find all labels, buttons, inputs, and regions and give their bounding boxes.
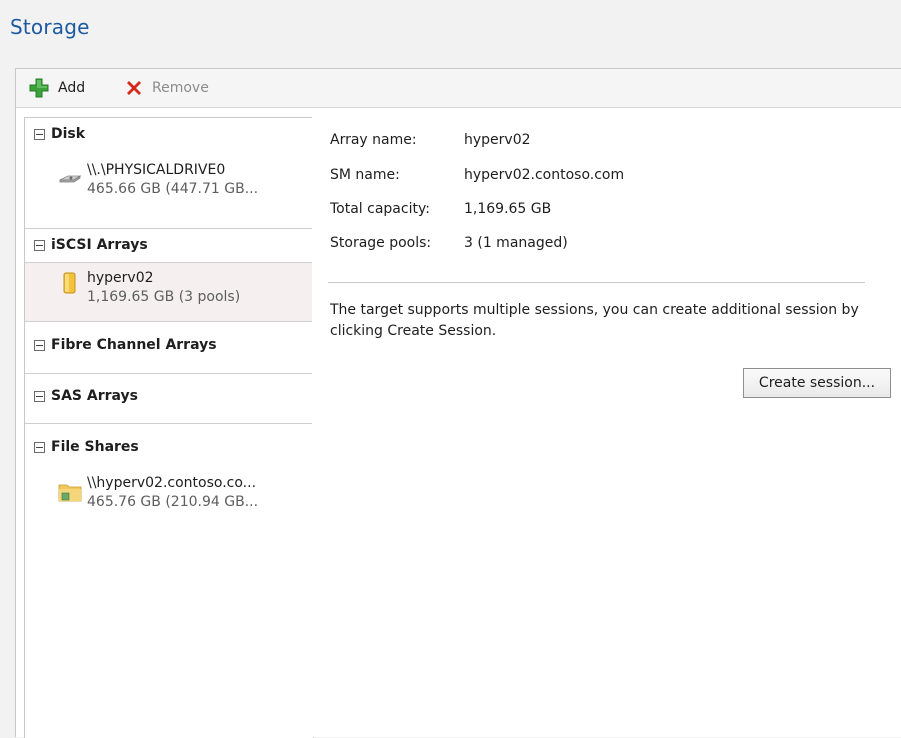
divider [25,423,313,424]
item-detail: 465.76 GB (210.94 GB... [87,494,259,510]
add-button[interactable]: Add [28,75,85,101]
group-label: Fibre Channel Arrays [51,337,217,353]
toolbar: Add Remove [16,69,901,108]
group-label: SAS Arrays [51,388,138,404]
remove-button-label: Remove [152,80,209,96]
array-name-value: hyperv02 [464,132,531,148]
list-item-file-share[interactable]: \\hyperv02.contoso.co... 465.76 GB (210.… [25,468,313,526]
item-name: \\.\PHYSICALDRIVE0 [87,162,226,178]
collapse-icon[interactable] [34,339,45,351]
collapse-icon[interactable] [34,390,45,402]
session-description: The target supports multiple sessions, y… [330,302,859,339]
page-title: Storage [10,15,90,39]
collapse-icon[interactable] [34,239,45,251]
total-capacity-row: Total capacity: 1,169.65 GB [330,201,551,217]
total-capacity-label: Total capacity: [330,201,430,217]
remove-red-x-icon [127,81,141,95]
total-capacity-value: 1,169.65 GB [464,201,552,217]
file-share-icon [58,484,82,502]
item-detail: 1,169.65 GB (3 pools) [87,289,241,305]
list-item-hyperv02[interactable]: hyperv02 1,169.65 GB (3 pools) [25,263,313,321]
storage-panel: Add Remove Disk \\.\PHYSICALDRIVE0 465.6… [15,68,901,738]
storage-pools-value: 3 (1 managed) [464,235,568,251]
storage-pools-row: Storage pools: 3 (1 managed) [330,235,568,251]
group-label: iSCSI Arrays [51,237,148,253]
item-detail: 465.66 GB (447.71 GB... [87,181,259,197]
divider [328,282,865,283]
remove-button[interactable]: Remove [124,75,209,101]
add-button-label: Add [58,80,86,96]
list-item-physicaldrive0[interactable]: \\.\PHYSICALDRIVE0 465.66 GB (447.71 GB.… [25,155,313,213]
item-name: \\hyperv02.contoso.co... [87,475,257,491]
group-header-sas-arrays[interactable]: SAS Arrays [25,380,313,412]
divider [25,373,313,374]
collapse-icon[interactable] [34,441,45,453]
disk-drive-icon [59,175,82,183]
sm-name-value: hyperv02.contoso.com [464,167,625,183]
add-green-plus-icon [29,78,49,98]
group-header-iscsi-arrays[interactable]: iSCSI Arrays [25,229,313,261]
group-header-file-shares[interactable]: File Shares [25,431,313,463]
divider [25,321,313,322]
storage-array-icon [63,272,76,294]
group-label: File Shares [51,439,139,455]
array-name-label: Array name: [330,132,417,148]
sm-name-label: SM name: [330,167,400,183]
group-header-disk[interactable]: Disk [25,118,313,150]
storage-tree: Disk \\.\PHYSICALDRIVE0 465.66 GB (447.7… [24,117,314,738]
detail-pane: Array name: hyperv02 SM name: hyperv02.c… [312,117,901,737]
group-header-fibre-channel-arrays[interactable]: Fibre Channel Arrays [25,329,313,361]
item-name: hyperv02 [87,270,154,286]
sm-name-row: SM name: hyperv02.contoso.com [330,167,624,183]
array-name-row: Array name: hyperv02 [330,132,531,148]
collapse-icon[interactable] [34,128,45,140]
create-session-button[interactable]: Create session... [743,368,891,398]
storage-pools-label: Storage pools: [330,235,432,251]
group-label: Disk [51,126,86,142]
